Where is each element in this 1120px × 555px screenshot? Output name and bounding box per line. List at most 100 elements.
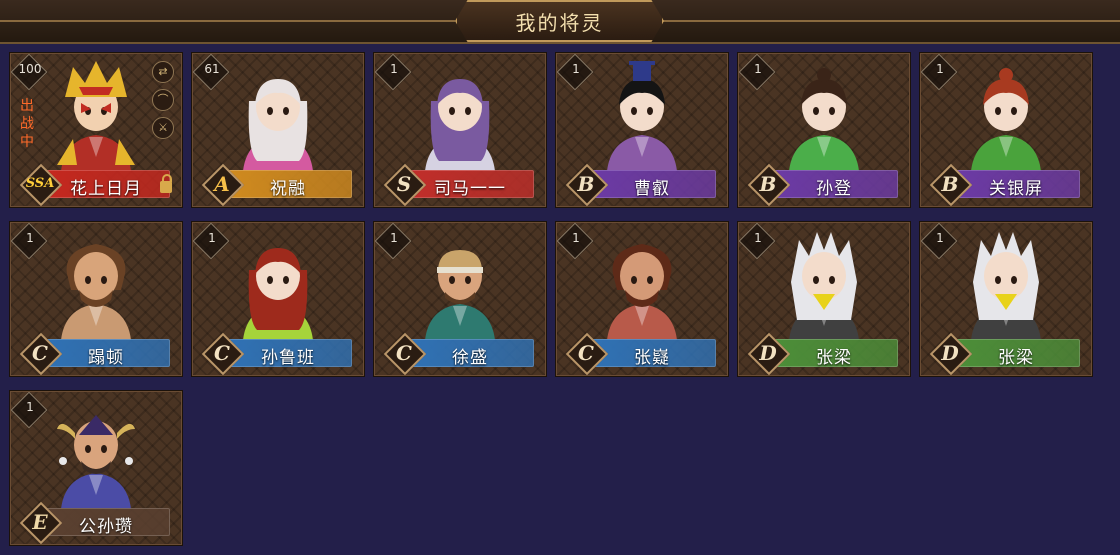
portrait-eye — [449, 107, 455, 115]
grade-badge: SSA — [19, 163, 63, 207]
general-card[interactable]: 1 曹叡 B — [555, 52, 729, 208]
general-card[interactable]: 1 公孙瓒 E — [9, 390, 183, 546]
avatar — [961, 61, 1051, 171]
avatar — [415, 61, 505, 171]
general-name: 曹叡 — [634, 179, 670, 199]
portrait-eye — [813, 276, 819, 284]
portrait-horn — [117, 423, 135, 439]
portrait-eye — [631, 276, 637, 284]
general-card[interactable]: 1 孙鲁班 C — [191, 221, 365, 377]
general-card[interactable]: 1 张嶷 C — [555, 221, 729, 377]
avatar — [51, 61, 141, 171]
level-text: 1 — [754, 231, 762, 245]
grade-badge: S — [383, 163, 427, 207]
swap-icon[interactable]: ⇄ — [152, 61, 174, 83]
grade-badge: C — [565, 332, 609, 376]
avatar — [961, 230, 1051, 340]
portrait-eye — [101, 445, 107, 453]
general-card[interactable]: 1 张梁 D — [737, 221, 911, 377]
grade-letter: B — [577, 172, 595, 196]
portrait-head — [984, 252, 1028, 300]
grade-badge: E — [19, 501, 63, 545]
portrait — [789, 232, 859, 340]
avatar — [597, 61, 687, 171]
grade-letter: A — [214, 172, 230, 196]
portrait-eye — [449, 276, 455, 284]
portrait-eye — [647, 107, 653, 115]
general-name: 公孙瓒 — [79, 517, 133, 537]
grade-letter: E — [32, 510, 48, 534]
grade-letter: B — [941, 172, 959, 196]
level-text: 1 — [572, 62, 580, 76]
general-name: 张嶷 — [634, 348, 670, 368]
grade-badge: D — [929, 332, 973, 376]
general-card[interactable]: 1 徐盛 C — [373, 221, 547, 377]
portrait — [607, 61, 677, 171]
avatar — [51, 230, 141, 340]
grade-letter: D — [941, 341, 959, 365]
general-name: 蹋顿 — [88, 348, 124, 368]
portrait-eye — [1011, 276, 1017, 284]
portrait — [243, 248, 313, 340]
portrait-hat — [633, 63, 651, 81]
portrait — [971, 232, 1041, 340]
general-card[interactable]: 1 关银屏 B — [919, 52, 1093, 208]
divider — [0, 20, 455, 22]
portrait-eye — [267, 107, 273, 115]
portrait-eye — [85, 445, 91, 453]
portrait-eye — [101, 276, 107, 284]
avatar — [415, 230, 505, 340]
portrait — [425, 79, 495, 171]
portrait — [789, 68, 859, 171]
grade-badge: C — [201, 332, 245, 376]
avatar — [233, 61, 323, 171]
portrait-crown-band — [79, 87, 113, 95]
grade-badge: A — [201, 163, 245, 207]
general-card[interactable]: 1 孙登 B — [737, 52, 911, 208]
general-name: 祝融 — [270, 179, 306, 199]
portrait-headband — [437, 267, 483, 273]
grade-letter: C — [578, 341, 594, 365]
level-text: 1 — [208, 231, 216, 245]
general-card[interactable]: 1 蹋顿 C — [9, 221, 183, 377]
portrait-eye — [283, 107, 289, 115]
portrait — [243, 79, 313, 171]
portrait-eye — [813, 107, 819, 115]
lock-icon[interactable] — [160, 174, 172, 193]
portrait — [607, 244, 677, 340]
portrait-eye — [647, 276, 653, 284]
portrait-hair-bun — [817, 68, 831, 82]
level-text: 1 — [754, 62, 762, 76]
portrait-head — [802, 252, 846, 300]
general-card[interactable]: 100 花上日月 SSA 出战中 ⇄ ⌒ ⚔ — [9, 52, 183, 208]
general-card[interactable]: 1 司马一一 S — [373, 52, 547, 208]
level-text: 100 — [18, 62, 42, 76]
grade-badge: B — [929, 163, 973, 207]
portrait-pompom — [125, 457, 133, 465]
grade-letter: B — [759, 172, 777, 196]
hat-icon[interactable]: ⌒ — [152, 89, 174, 111]
grade-letter: C — [32, 341, 48, 365]
level-text: 61 — [204, 62, 220, 76]
portrait-pompom — [59, 457, 67, 465]
general-name: 徐盛 — [452, 348, 488, 368]
portrait-hair-bun — [999, 68, 1013, 82]
avatar — [51, 399, 141, 509]
level-text: 1 — [936, 231, 944, 245]
portrait-eye — [829, 107, 835, 115]
portrait-eye — [1011, 107, 1017, 115]
avatar — [233, 230, 323, 340]
portrait — [971, 68, 1041, 171]
portrait-eye — [85, 276, 91, 284]
level-text: 1 — [390, 62, 398, 76]
sword-icon[interactable]: ⚔ — [152, 117, 174, 139]
portrait-horn — [57, 423, 75, 439]
page-title: 我的将灵 — [455, 0, 664, 42]
general-card[interactable]: 61 祝融 A — [191, 52, 365, 208]
general-card[interactable]: 1 张梁 D — [919, 221, 1093, 377]
portrait-eye — [829, 276, 835, 284]
general-name: 关银屏 — [989, 179, 1043, 199]
general-name: 司马一一 — [434, 179, 506, 199]
portrait-shoulder — [57, 139, 77, 165]
grade-letter: C — [214, 341, 230, 365]
